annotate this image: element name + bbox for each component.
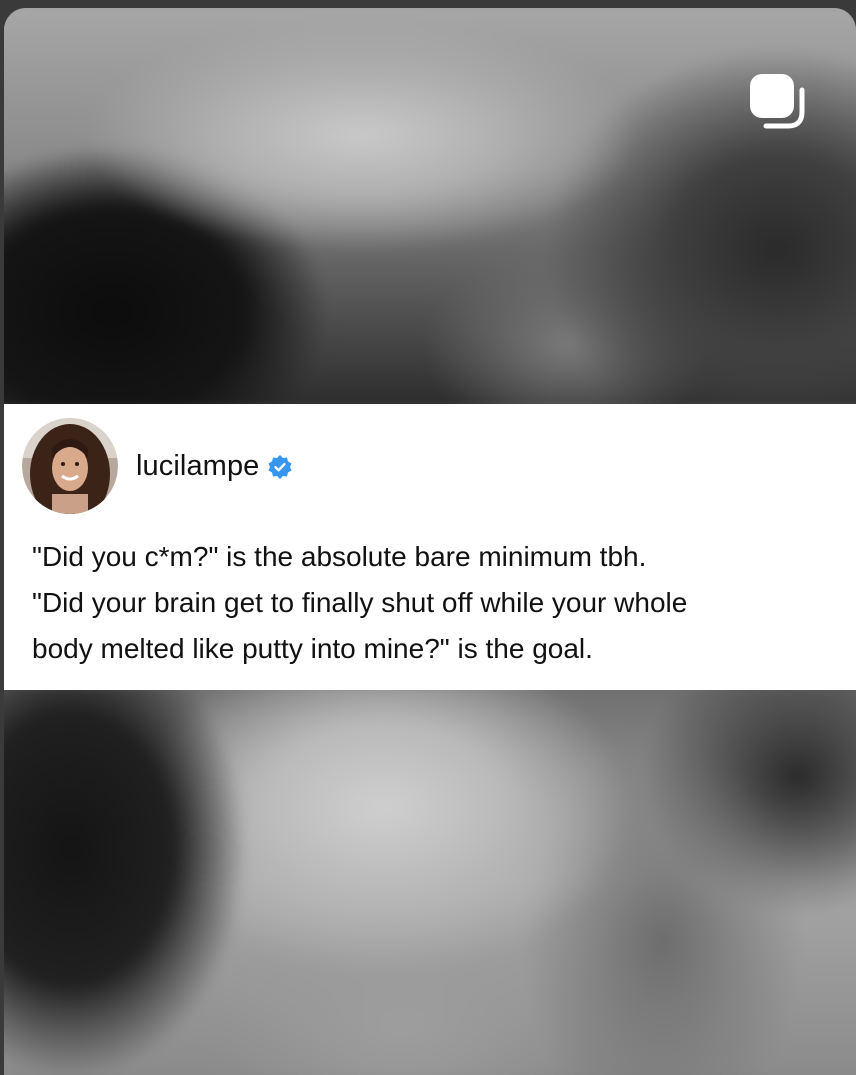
post-text-line: body melted like putty into mine?" is th… — [32, 633, 593, 664]
verified-badge-icon — [267, 454, 293, 480]
avatar[interactable] — [22, 418, 118, 514]
background-photo-bottom — [4, 682, 856, 1075]
background-photo-top — [4, 8, 856, 412]
repost-sticker-icon[interactable] — [744, 68, 814, 138]
story-screen: lucilampe "Did you c*m?" is the absolute… — [0, 0, 856, 1075]
post-text: "Did you c*m?" is the absolute bare mini… — [32, 534, 842, 672]
post-text-line: "Did your brain get to finally shut off … — [32, 587, 688, 618]
story-frame: lucilampe "Did you c*m?" is the absolute… — [4, 8, 856, 1075]
post-header: lucilampe — [22, 416, 293, 516]
post-text-line: "Did you c*m?" is the absolute bare mini… — [32, 541, 647, 572]
username[interactable]: lucilampe — [136, 450, 259, 483]
post-card[interactable]: lucilampe "Did you c*m?" is the absolute… — [4, 404, 856, 690]
